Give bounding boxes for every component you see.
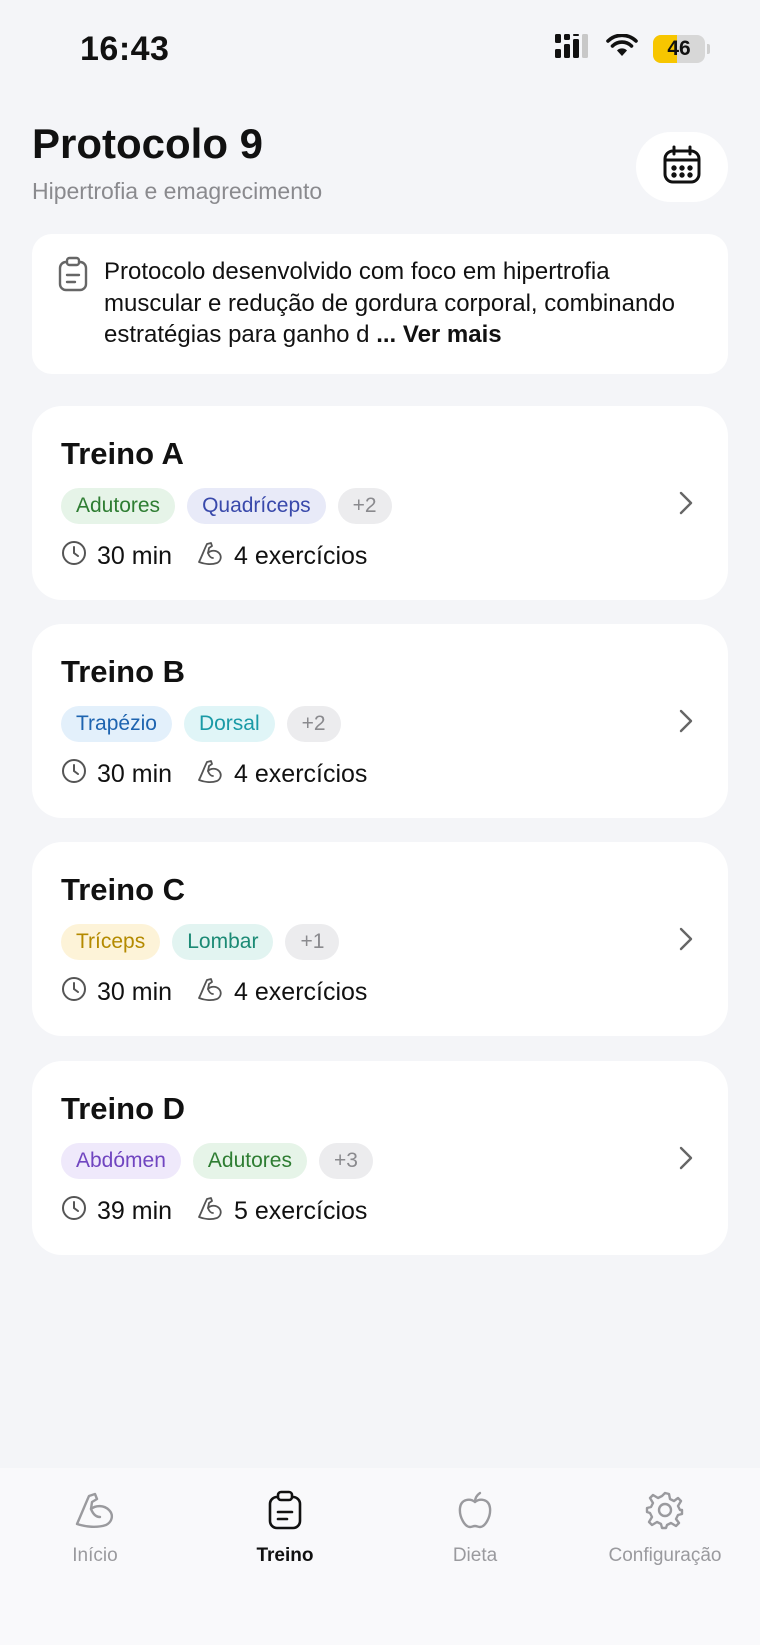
exercise-count-text: 5 exercícios: [234, 1197, 368, 1225]
extra-tags-badge: +1: [285, 924, 340, 960]
tab-treino[interactable]: Treino: [190, 1468, 380, 1645]
muscle-tags: Tríceps Lombar +1: [61, 924, 340, 960]
chevron-right-icon: [678, 1145, 694, 1176]
protocol-description: Protocolo desenvolvido com foco em hiper…: [104, 256, 698, 351]
bicep-icon: [196, 758, 224, 791]
muscle-tag: Abdómen: [61, 1143, 181, 1179]
muscle-tags: Abdómen Adutores +3: [61, 1143, 373, 1179]
clock-icon: [61, 1195, 87, 1228]
muscle-tag: Quadríceps: [187, 488, 326, 524]
wifi-icon: [605, 33, 639, 63]
workout-card-c[interactable]: Treino C Tríceps Lombar +1 30 min 4 exer…: [32, 842, 728, 1036]
calendar-button[interactable]: [636, 132, 728, 202]
muscle-tag: Trapézio: [61, 706, 172, 742]
duration-info: 30 min: [61, 758, 172, 791]
battery-cap: [707, 43, 710, 54]
clipboard-icon: [56, 256, 90, 297]
chevron-right-icon: [678, 926, 694, 957]
apple-icon: [455, 1490, 495, 1535]
calendar-icon: [661, 144, 703, 191]
protocol-description-card[interactable]: Protocolo desenvolvido com foco em hiper…: [32, 234, 728, 374]
bottom-tab-bar: Início Treino Dieta Configuração: [0, 1468, 760, 1645]
exercise-count-text: 4 exercícios: [234, 760, 368, 788]
page-header: Protocolo 9 Hipertrofia e emagrecimento: [32, 120, 728, 210]
duration-text: 39 min: [97, 1197, 173, 1225]
muscle-tag: Dorsal: [183, 706, 275, 742]
chevron-right-icon: [678, 708, 694, 739]
exercise-count-info: 4 exercícios: [196, 540, 367, 573]
exercise-count-text: 4 exercícios: [234, 978, 368, 1006]
extra-tags-badge: +3: [318, 1143, 373, 1179]
tab-label: Dieta: [452, 1545, 498, 1566]
exercise-count-info: 4 exercícios: [196, 976, 367, 1009]
workout-title: Treino A: [61, 436, 184, 471]
duration-text: 30 min: [97, 760, 173, 788]
chevron-right-icon: [678, 490, 694, 521]
exercise-count-info: 5 exercícios: [196, 1195, 367, 1228]
muscle-tag: Lombar: [172, 924, 274, 960]
clock-icon: [61, 976, 87, 1009]
duration-text: 30 min: [97, 542, 173, 570]
duration-info: 30 min: [61, 976, 172, 1009]
status-icons: 46: [555, 33, 710, 63]
workout-meta: 30 min 4 exercícios: [61, 758, 367, 791]
duration-text: 30 min: [97, 978, 173, 1006]
muscle-tags: Adutores Quadríceps +2: [61, 488, 392, 524]
page-subtitle: Hipertrofia e emagrecimento: [32, 178, 323, 204]
bicep-icon: [196, 540, 224, 573]
description-ellipsis: ...: [376, 321, 397, 348]
extra-tags-badge: +2: [337, 488, 392, 524]
tab-label: Treino: [256, 1545, 314, 1566]
exercise-count-info: 4 exercícios: [196, 758, 367, 791]
workout-meta: 30 min 4 exercícios: [61, 540, 367, 573]
battery-percent: 46: [667, 36, 691, 60]
tab-dieta[interactable]: Dieta: [380, 1468, 570, 1645]
duration-info: 39 min: [61, 1195, 172, 1228]
bicep-icon: [196, 976, 224, 1009]
workout-card-d[interactable]: Treino D Abdómen Adutores +3 39 min 5 ex…: [32, 1061, 728, 1255]
muscle-tag: Adutores: [192, 1143, 307, 1179]
page-title: Protocolo 9: [32, 120, 264, 167]
workout-meta: 39 min 5 exercícios: [61, 1195, 367, 1228]
app-screen: 16:43 46 Protocolo 9 Hipertrofia e emagr…: [0, 0, 760, 1645]
bicep-icon: [73, 1490, 117, 1535]
tab-label: Início: [72, 1545, 118, 1566]
tab-label: Configuração: [608, 1545, 722, 1566]
muscle-tag: Adutores: [61, 488, 176, 524]
bicep-icon: [196, 1195, 224, 1228]
workout-title: Treino B: [61, 654, 186, 689]
cellular-signal-icon: [555, 34, 591, 63]
workout-card-a[interactable]: Treino A Adutores Quadríceps +2 30 min 4…: [32, 406, 728, 600]
workout-card-b[interactable]: Treino B Trapézio Dorsal +2 30 min 4 exe…: [32, 624, 728, 818]
workout-title: Treino D: [61, 1091, 186, 1126]
tab-configuracao[interactable]: Configuração: [570, 1468, 760, 1645]
clock-icon: [61, 758, 87, 791]
extra-tags-badge: +2: [286, 706, 341, 742]
clock-icon: [61, 540, 87, 573]
clipboard-icon: [265, 1490, 305, 1535]
status-bar: 16:43 46: [0, 0, 760, 100]
duration-info: 30 min: [61, 540, 172, 573]
gear-icon: [645, 1490, 685, 1535]
muscle-tags: Trapézio Dorsal +2: [61, 706, 341, 742]
tab-inicio[interactable]: Início: [0, 1468, 190, 1645]
status-time: 16:43: [80, 30, 170, 68]
exercise-count-text: 4 exercícios: [234, 542, 368, 570]
muscle-tag: Tríceps: [61, 924, 161, 960]
see-more-link[interactable]: Ver mais: [403, 321, 502, 348]
battery-indicator: 46: [653, 34, 705, 63]
workout-title: Treino C: [61, 872, 186, 907]
workout-meta: 30 min 4 exercícios: [61, 976, 367, 1009]
